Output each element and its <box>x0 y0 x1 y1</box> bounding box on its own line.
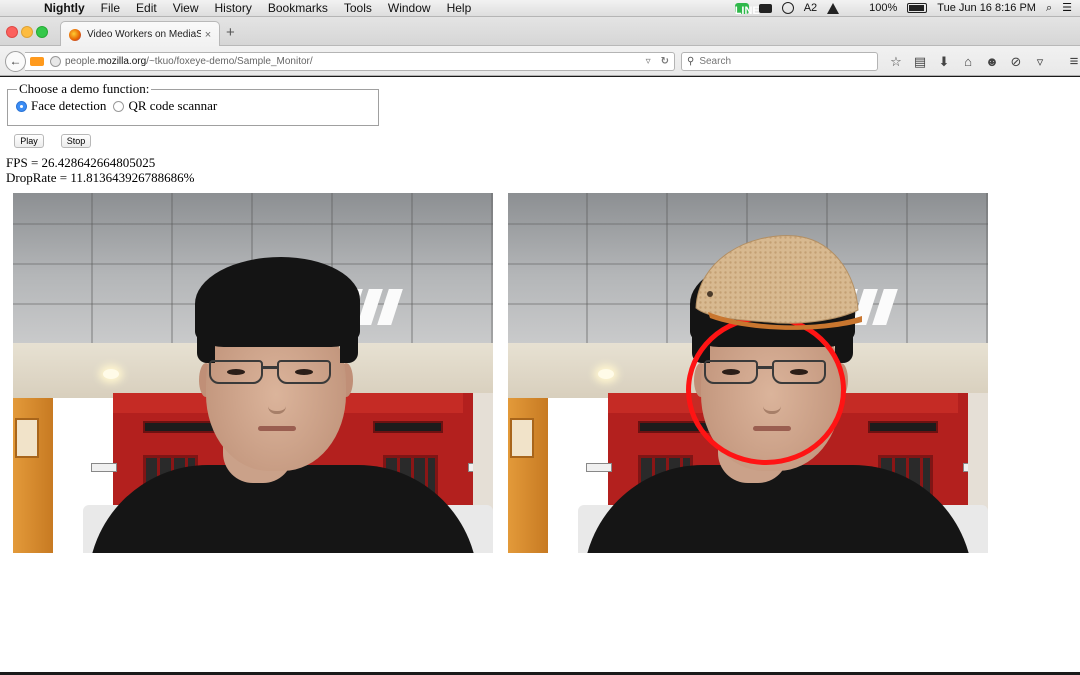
person-hair <box>197 313 215 363</box>
stop-button[interactable]: Stop <box>61 134 91 148</box>
scene-panel <box>510 418 534 458</box>
download-icon[interactable]: ⬇ <box>932 52 956 71</box>
checklist-icon[interactable] <box>781 2 794 14</box>
person-nose <box>268 388 286 414</box>
qr-scanner-label[interactable]: QR code scannar <box>128 98 217 114</box>
menu-bookmarks[interactable]: Bookmarks <box>260 0 336 17</box>
face-detection-circle <box>686 315 846 465</box>
person-glasses <box>209 360 263 384</box>
pocket-icon[interactable]: ▿ <box>1028 52 1052 71</box>
qr-scanner-radio[interactable] <box>113 100 125 112</box>
scene-label-plate <box>91 463 117 472</box>
navigation-toolbar: people.mozilla.org/~tkuo/foxeye-demo/Sam… <box>0 46 1080 76</box>
search-input[interactable] <box>699 56 870 67</box>
search-bar[interactable]: ⚲ <box>681 52 878 71</box>
tab-active[interactable]: Video Workers on MediaStr... × <box>60 21 220 47</box>
star-icon[interactable]: ☆ <box>884 52 908 71</box>
menu-history[interactable]: History <box>207 0 260 17</box>
url-actions: ▿ ↻ <box>641 56 674 67</box>
fps-readout: FPS = 26.428642664805025 <box>6 155 156 170</box>
menu-tools[interactable]: Tools <box>336 0 380 17</box>
battery-percent[interactable]: 100% <box>869 0 897 17</box>
url-text: people.mozilla.org/~tkuo/foxeye-demo/Sam… <box>65 56 313 67</box>
person-hair <box>340 313 358 363</box>
adobe-icon[interactable]: A2 <box>804 0 817 17</box>
site-identity-icon[interactable] <box>50 56 61 67</box>
person-glasses <box>277 360 331 384</box>
reading-list-icon[interactable]: ▤ <box>908 52 932 71</box>
url-host: mozilla.org <box>97 56 147 67</box>
demo-function-legend: Choose a demo function: <box>19 81 150 96</box>
zoom-window-button[interactable] <box>36 26 48 38</box>
scene-label-plate <box>586 463 612 472</box>
menu-view[interactable]: View <box>165 0 207 17</box>
line-app-icon[interactable]: LINE <box>734 2 760 17</box>
play-button[interactable]: Play <box>14 134 44 148</box>
scene-lamp <box>598 369 614 379</box>
notification-center-icon[interactable]: ☰ <box>1062 0 1072 17</box>
sync-icon[interactable]: ⊘ <box>1004 52 1028 71</box>
demo-options: Face detection QR code scannar <box>16 98 370 114</box>
scene-cabinet-top <box>343 393 463 413</box>
menu-file[interactable]: File <box>93 0 128 17</box>
camera-sharing-icon[interactable] <box>30 57 44 66</box>
menu-window[interactable]: Window <box>380 0 439 17</box>
flat-cap-overlay <box>695 235 862 330</box>
hamburger-menu-icon[interactable]: ≡ <box>1062 52 1080 71</box>
clock[interactable]: Tue Jun 16 8:16 PM <box>937 0 1036 17</box>
face-detection-label[interactable]: Face detection <box>31 98 106 114</box>
new-tab-button[interactable]: + <box>226 25 235 41</box>
reload-icon[interactable]: ↻ <box>661 56 669 67</box>
back-arrow-icon: ← <box>9 54 22 68</box>
home-icon[interactable]: ⌂ <box>956 52 980 71</box>
close-window-button[interactable] <box>6 26 18 38</box>
person-glasses-bridge <box>262 366 278 369</box>
battery-icon[interactable] <box>907 3 928 13</box>
source-video <box>13 193 493 553</box>
tab-title: Video Workers on MediaStr... <box>87 29 201 40</box>
chat-icon[interactable]: ☻ <box>980 52 1004 71</box>
tab-strip: Video Workers on MediaStr... × + <box>0 17 1080 47</box>
drive-icon[interactable] <box>827 2 840 14</box>
face-detection-radio[interactable] <box>16 100 27 112</box>
menu-help[interactable]: Help <box>439 0 480 17</box>
scene-panel <box>15 418 39 458</box>
menu-app-name[interactable]: Nightly <box>36 0 93 17</box>
scene-cabinet-top <box>838 393 958 413</box>
firefox-favicon-icon <box>69 28 81 41</box>
back-button[interactable]: ← <box>5 51 26 72</box>
person-mouth <box>258 426 296 431</box>
page-content: Choose a demo function: Face detection Q… <box>0 77 1080 672</box>
status-area: LINE A2 100% Tue Jun 16 8:16 PM ⌕ ☰ <box>725 0 1080 17</box>
scene-cabinet-slot <box>868 421 938 433</box>
system-menu-bar: Nightly File Edit View History Bookmarks… <box>0 0 1080 17</box>
spotlight-icon[interactable]: ⌕ <box>1046 0 1052 17</box>
url-bar[interactable]: people.mozilla.org/~tkuo/foxeye-demo/Sam… <box>25 52 675 71</box>
demo-function-fieldset: Choose a demo function: Face detection Q… <box>7 81 379 126</box>
camera-icon[interactable] <box>758 3 772 13</box>
toolbar-icons: ☆ ▤ ⬇ ⌂ ☻ ⊘ ▿ ≡ <box>884 52 1080 71</box>
url-path: /~tkuo/foxeye-demo/Sample_Monitor/ <box>146 56 313 67</box>
menu-edit[interactable]: Edit <box>128 0 165 17</box>
tab-close-icon[interactable]: × <box>201 29 215 41</box>
scene-lamp <box>103 369 119 379</box>
processed-video <box>508 193 988 553</box>
droprate-readout: DropRate = 11.813643926788686% <box>6 170 195 185</box>
adobe-count: 2 <box>811 1 818 14</box>
scene-cabinet-slot <box>373 421 443 433</box>
history-dropdown-icon[interactable]: ▿ <box>646 56 651 67</box>
search-icon: ⚲ <box>687 56 695 67</box>
minimize-window-button[interactable] <box>21 26 33 38</box>
person-hair <box>195 257 360 347</box>
url-host-prefix: people. <box>65 56 98 67</box>
